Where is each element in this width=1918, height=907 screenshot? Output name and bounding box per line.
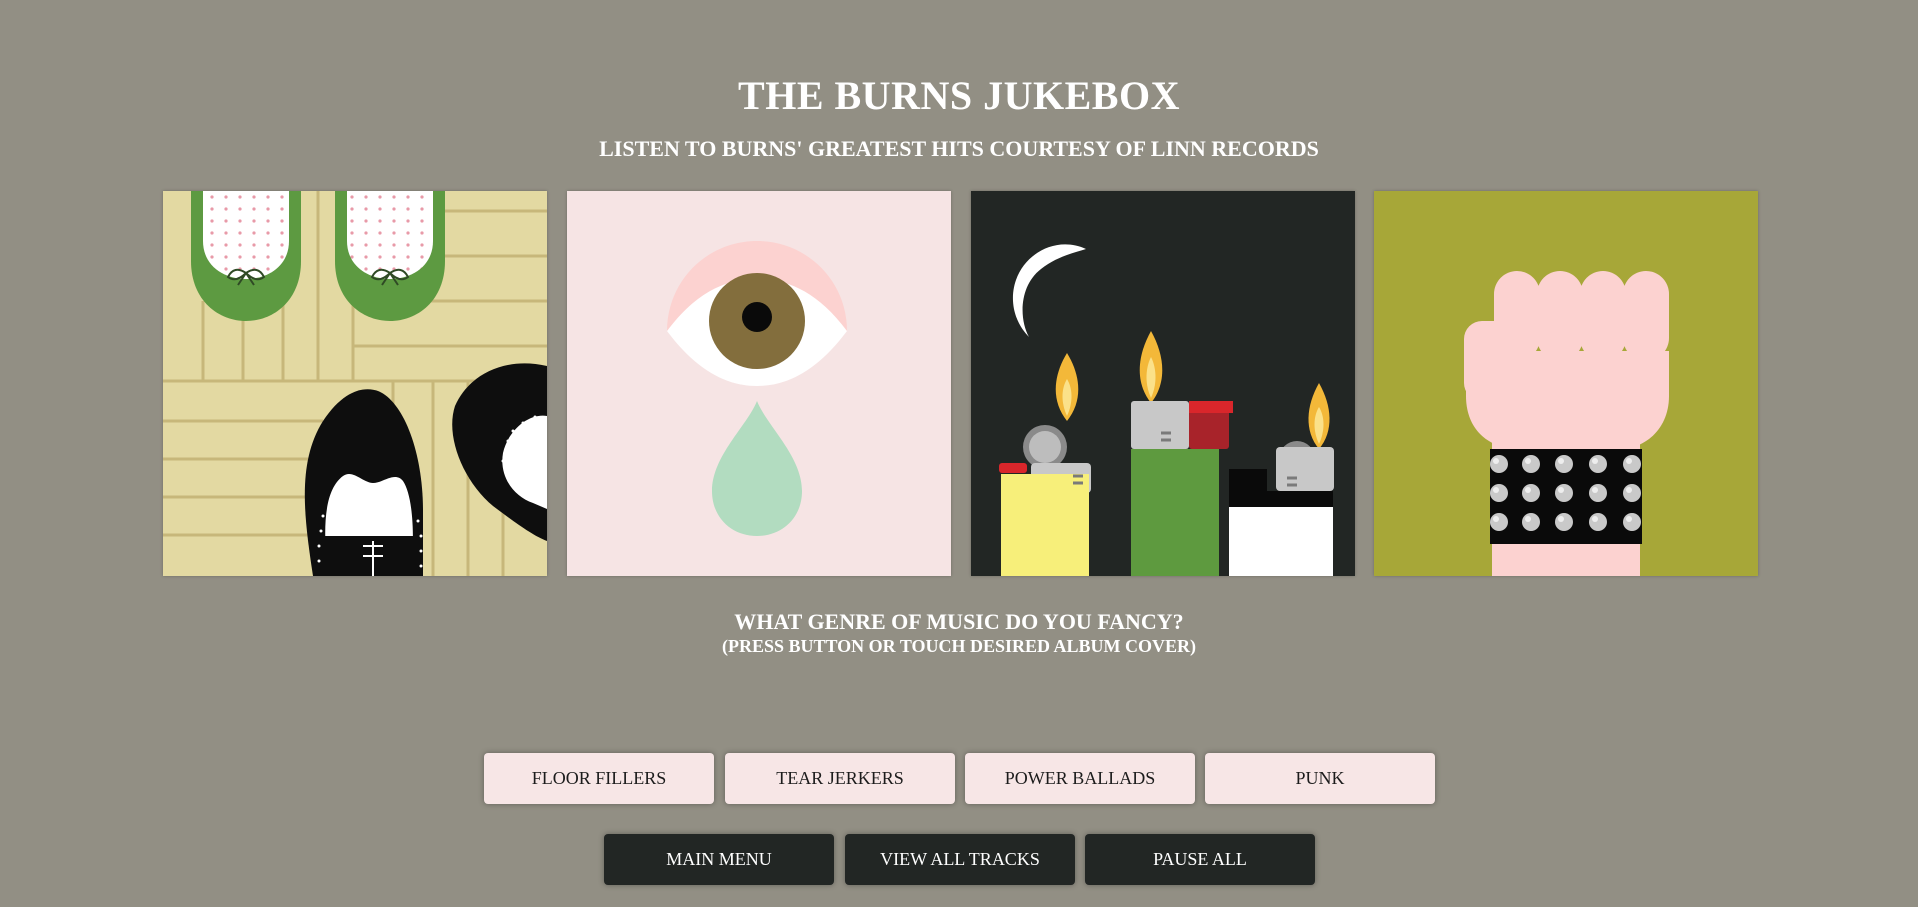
album-cover-punk[interactable] [1374,191,1758,576]
page-subtitle: LISTEN TO BURNS' GREATEST HITS COURTESY … [599,136,1319,161]
album-cover-power-ballads[interactable] [971,191,1355,576]
pause-all-button[interactable]: PAUSE ALL [1085,834,1315,885]
jukebox-page: THE BURNS JUKEBOX LISTEN TO BURNS' GREAT… [0,0,1918,907]
power-ballads-button[interactable]: POWER BALLADS [965,753,1195,804]
album-covers [163,191,1758,576]
punk-button[interactable]: PUNK [1205,753,1435,804]
main-menu-button[interactable]: MAIN MENU [604,834,834,885]
album-cover-tear-jerkers[interactable] [567,191,951,576]
crying-eye-icon [567,191,951,576]
genre-question: WHAT GENRE OF MUSIC DO YOU FANCY? [734,609,1184,634]
view-all-tracks-button[interactable]: VIEW ALL TRACKS [845,834,1075,885]
lighters-icon [971,191,1355,576]
floor-fillers-button[interactable]: FLOOR FILLERS [484,753,714,804]
dancing-shoes-icon [163,191,547,576]
genre-instruction: (PRESS BUTTON OR TOUCH DESIRED ALBUM COV… [721,636,1197,656]
page-title: THE BURNS JUKEBOX [738,73,1180,118]
album-cover-floor-fillers[interactable] [163,191,547,576]
studded-fist-icon [1374,191,1758,576]
tear-jerkers-button[interactable]: TEAR JERKERS [725,753,955,804]
